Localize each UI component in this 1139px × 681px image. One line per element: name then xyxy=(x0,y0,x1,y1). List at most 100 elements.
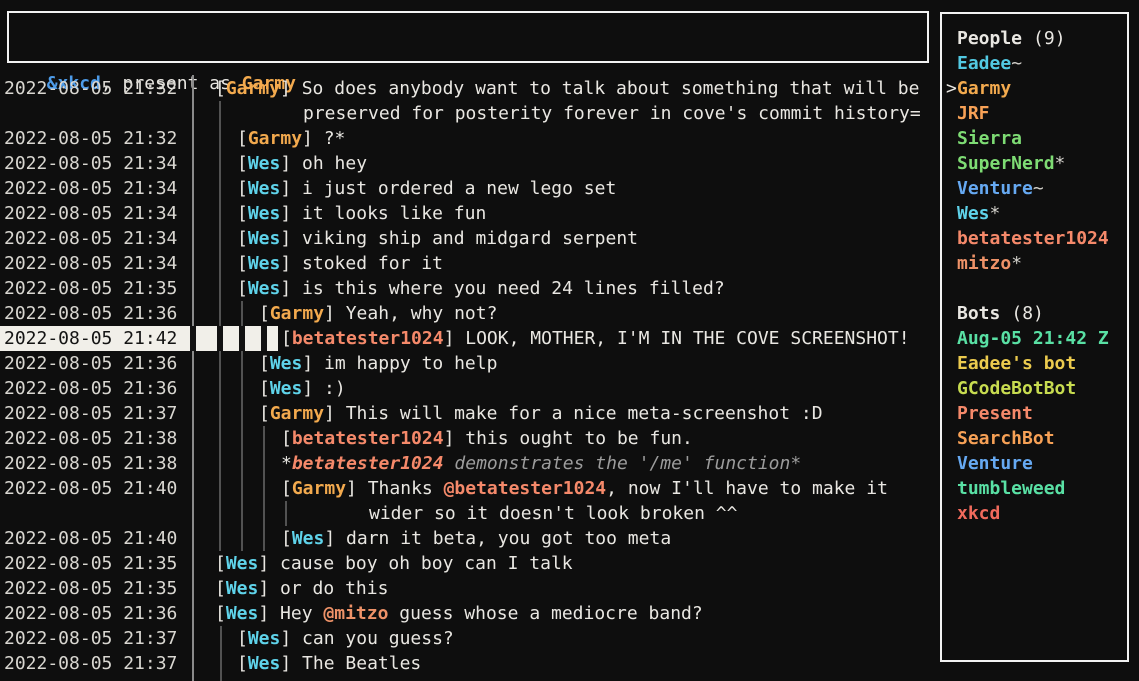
message-content: [Wes] is this where you need 24 lines fi… xyxy=(237,276,725,301)
message-timestamp: 2022-08-05 21:36 xyxy=(4,601,177,626)
nick-bracket-close: ] xyxy=(324,403,346,424)
message-text: can you guess? xyxy=(302,628,454,649)
message-timestamp: 2022-08-05 21:37 xyxy=(4,401,177,426)
message-text: this ought to be fun. xyxy=(465,428,693,449)
chat-message-row[interactable]: 2022-08-05 21:36[Wes] Hey @mitzo guess w… xyxy=(0,601,1139,626)
message-timestamp: 2022-08-05 21:35 xyxy=(4,576,177,601)
message-text: This will make for a nice meta-screensho… xyxy=(346,403,823,424)
message-text: So does anybody want to talk about somet… xyxy=(302,78,920,99)
chat-message-row[interactable]: 2022-08-05 21:34[Wes] viking ship and mi… xyxy=(0,226,1139,251)
member-status-suffix: ~ xyxy=(1011,53,1022,74)
message-nick: Wes xyxy=(226,603,259,624)
chat-message-row[interactable]: 2022-08-05 21:38 *betatester1024 demonstr… xyxy=(0,451,1139,476)
chat-message-row[interactable]: 2022-08-05 21:34[Wes] it looks like fun xyxy=(0,201,1139,226)
message-timestamp: 2022-08-05 21:34 xyxy=(4,151,177,176)
message-timestamp: 2022-08-05 21:42 xyxy=(4,326,177,351)
chat-message-row[interactable]: 2022-08-05 21:40[Garmy] Thanks @betatest… xyxy=(0,476,1139,501)
nick-bracket-open: [ xyxy=(215,78,226,99)
chat-message-row[interactable]: 2022-08-05 21:32[Garmy] So does anybody … xyxy=(0,76,1139,101)
chat-message-row[interactable]: 2022-08-05 21:37[Wes] The Beatles xyxy=(0,651,1139,676)
message-content: [Wes] can you guess? xyxy=(237,626,454,651)
message-content: [Wes] i just ordered a new lego set xyxy=(237,176,616,201)
message-text: wider so it doesn't look broken ^^ xyxy=(369,503,737,524)
message-content: *betatester1024 demonstrates the '/me' f… xyxy=(281,451,801,476)
message-content: [Wes] stoked for it xyxy=(237,251,443,276)
message-content: [Wes] :) xyxy=(259,376,346,401)
message-content: [Wes] cause boy oh boy can I talk xyxy=(215,551,573,576)
message-content: [Wes] oh hey xyxy=(237,151,367,176)
nick-bracket-close: ] xyxy=(346,478,368,499)
message-text: LOOK, MOTHER, I'M IN THE COVE SCREENSHOT… xyxy=(465,328,909,349)
chat-message-row[interactable]: 2022-08-05 21:38 [betatester1024] this ou… xyxy=(0,426,1139,451)
message-timestamp: 2022-08-05 21:32 xyxy=(4,76,177,101)
message-content: [Wes] darn it beta, you got too meta xyxy=(281,526,671,551)
nick-bracket-close: ] xyxy=(280,628,302,649)
chat-message-row[interactable]: 2022-08-05 21:37[Wes] can you guess? xyxy=(0,626,1139,651)
message-timestamp: 2022-08-05 21:40 xyxy=(4,526,177,551)
chat-message-row[interactable]: 2022-08-05 21:37 [Garmy] This will make f… xyxy=(0,401,1139,426)
nick-bracket-close: ] xyxy=(280,78,302,99)
chat-message-row[interactable]: 2022-08-05 21:34[Wes] stoked for it xyxy=(0,251,1139,276)
nick-bracket-close: ] xyxy=(258,603,280,624)
chat-message-row[interactable]: 2022-08-05 21:36 [Wes] :) xyxy=(0,376,1139,401)
nick-bracket-open: [ xyxy=(215,603,226,624)
nick-bracket-close: ] xyxy=(280,653,302,674)
chat-message-row[interactable]: 2022-08-05 21:34 [Wes] oh hey xyxy=(0,151,1139,176)
message-timestamp: 2022-08-05 21:34 xyxy=(4,176,177,201)
message-timestamp: 2022-08-05 21:35 xyxy=(4,551,177,576)
member-item-eadee[interactable]: Eadee~ xyxy=(946,51,1127,76)
chat-message-row[interactable]: preserved for posterity forever in cove'… xyxy=(0,101,1139,126)
chat-message-row[interactable]: 2022-08-05 21:36[Wes] im happy to help xyxy=(0,351,1139,376)
nick-bracket-open: [ xyxy=(281,428,292,449)
message-nick: Wes xyxy=(248,178,281,199)
message-nick: Wes xyxy=(248,153,281,174)
nick-bracket-open: [ xyxy=(237,228,248,249)
chat-message-row[interactable]: 2022-08-05 21:35 [Wes] cause boy oh boy c… xyxy=(0,551,1139,576)
nick-bracket-close: ] xyxy=(280,253,302,274)
channel-header: &xkcd, present as Garmy xyxy=(7,11,929,63)
nick-bracket-open: [ xyxy=(259,403,270,424)
message-text: it looks like fun xyxy=(302,203,486,224)
message-nick: Wes xyxy=(270,378,303,399)
chat-message-row[interactable]: 2022-08-05 21:35[Wes] or do this xyxy=(0,576,1139,601)
nick-bracket-open: [ xyxy=(237,128,248,149)
mention: @mitzo xyxy=(323,603,388,624)
message-timestamp: 2022-08-05 21:38 xyxy=(4,426,177,451)
message-nick: Wes xyxy=(248,253,281,274)
message-text: oh hey xyxy=(302,153,367,174)
message-text: Hey xyxy=(280,603,323,624)
message-text: The Beatles xyxy=(302,653,421,674)
message-nick: betatester1024 xyxy=(292,453,444,474)
nick-bracket-close: ] xyxy=(324,303,346,324)
nick-bracket-open: [ xyxy=(237,253,248,274)
message-text: viking ship and midgard serpent xyxy=(302,228,638,249)
chat-message-row[interactable]: wider so it doesn't look broken ^^ xyxy=(0,501,1139,526)
nick-bracket-close: ] xyxy=(280,178,302,199)
nick-bracket-open: [ xyxy=(215,578,226,599)
message-content: [betatester1024] this ought to be fun. xyxy=(281,426,693,451)
me-space xyxy=(444,453,455,474)
message-nick: Garmy xyxy=(270,403,324,424)
message-timestamp: 2022-08-05 21:35 xyxy=(4,276,177,301)
nick-bracket-close: ] xyxy=(280,203,302,224)
message-timestamp: 2022-08-05 21:36 xyxy=(4,301,177,326)
chat-message-row[interactable]: 2022-08-05 21:34 [Wes] i just ordered a n… xyxy=(0,176,1139,201)
message-timestamp: 2022-08-05 21:40 xyxy=(4,476,177,501)
message-timestamp: 2022-08-05 21:38 xyxy=(4,451,177,476)
chat-message-row-highlighted[interactable]: 2022-08-05 21:42[betatester1024] LOOK, M… xyxy=(0,326,1139,351)
message-timestamp: 2022-08-05 21:34 xyxy=(4,226,177,251)
message-content: wider so it doesn't look broken ^^ xyxy=(369,501,737,526)
nick-bracket-close: ] xyxy=(280,278,302,299)
message-nick: Wes xyxy=(226,553,259,574)
chat-message-row[interactable]: 2022-08-05 21:35 [Wes] is this where you … xyxy=(0,276,1139,301)
message-area: 2022-08-05 21:32[Garmy] So does anybody … xyxy=(0,0,1139,681)
message-nick: Wes xyxy=(292,528,325,549)
message-timestamp: 2022-08-05 21:36 xyxy=(4,376,177,401)
nick-bracket-open: [ xyxy=(237,153,248,174)
chat-message-row[interactable]: 2022-08-05 21:36[Garmy] Yeah, why not? xyxy=(0,301,1139,326)
message-text: Yeah, why not? xyxy=(346,303,498,324)
chat-message-row[interactable]: 2022-08-05 21:32[Garmy] ?* xyxy=(0,126,1139,151)
nick-bracket-close: ] xyxy=(280,153,302,174)
chat-message-row[interactable]: 2022-08-05 21:40 [Wes] darn it beta, you … xyxy=(0,526,1139,551)
nick-bracket-open: [ xyxy=(281,478,292,499)
